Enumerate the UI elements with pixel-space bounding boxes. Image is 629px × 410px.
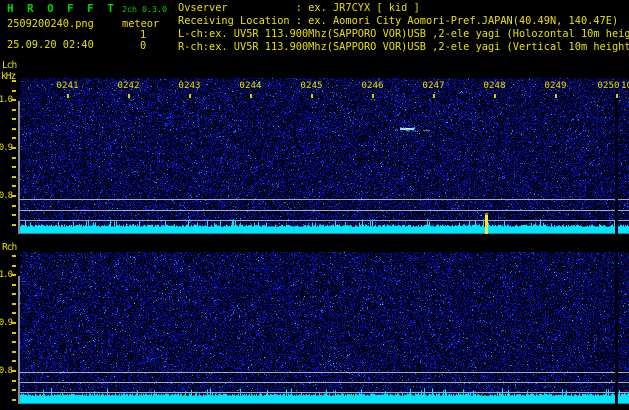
time-label-0250: 0250 xyxy=(597,80,620,91)
rch-major-tick xyxy=(11,274,16,276)
output-filename: 2509200240.png xyxy=(7,18,94,30)
observer-line: Ovserver : ex. JR7CYX [ kid ] xyxy=(178,2,420,14)
time-label-0243: 0243 xyxy=(178,80,201,91)
rch-spectrogram xyxy=(20,252,629,404)
minute-tick-0242 xyxy=(128,94,130,98)
rch-meteor-count: 0 xyxy=(140,40,147,52)
lch-axis-border xyxy=(18,101,20,234)
lch-minor-tick xyxy=(12,185,16,187)
time-label-0246: 0246 xyxy=(361,80,384,91)
location-line: Receiving Location : ex. Aomori City Aom… xyxy=(178,15,619,27)
lch-minor-tick xyxy=(12,175,16,178)
rch-minor-tick xyxy=(12,350,16,353)
lch-minor-tick xyxy=(12,204,16,207)
hrofft-screen: H R O F F T 2ch 0.3.0 2509200240.png met… xyxy=(0,0,629,410)
rch-minor-tick xyxy=(12,264,16,267)
observation-timestamp: 25.09.20 02:40 xyxy=(7,39,94,51)
rch-receiver-line: R-ch:ex. UV5R 113.900Mhz(SAPPORO VOR)USB… xyxy=(178,41,629,53)
lch-minor-tick xyxy=(12,214,16,216)
time-label-edge-fragment: 10 xyxy=(621,80,629,91)
rch-minor-tick xyxy=(12,341,16,343)
lch-receiver-line: L-ch:ex. UV5R 113.900Mhz(SAPPORO VOR)USB… xyxy=(178,28,629,40)
lch-spectrogram xyxy=(20,78,629,234)
rch-minor-tick xyxy=(12,398,16,401)
rch-minor-tick xyxy=(12,331,16,334)
lch-minor-tick xyxy=(12,156,16,159)
lch-minor-tick xyxy=(12,127,16,130)
minute-tick-0243 xyxy=(189,94,191,98)
rch-minor-tick xyxy=(12,389,16,391)
lch-minor-tick xyxy=(12,89,16,92)
minute-tick-0244 xyxy=(250,94,252,98)
rch-minor-tick xyxy=(12,293,16,295)
lch-minor-tick xyxy=(12,118,16,120)
time-label-0247: 0247 xyxy=(422,80,445,91)
time-label-0241: 0241 xyxy=(56,80,79,91)
lch-minor-tick xyxy=(12,80,16,82)
lch-major-tick xyxy=(11,147,16,149)
time-label-0245: 0245 xyxy=(300,80,323,91)
lch-minor-tick xyxy=(12,166,16,168)
minute-tick-0250 xyxy=(616,94,618,98)
rch-minor-tick xyxy=(12,255,16,257)
minute-tick-0248 xyxy=(494,94,496,98)
rch-major-tick xyxy=(11,370,16,372)
time-label-0248: 0248 xyxy=(483,80,506,91)
app-title: H R O F F T xyxy=(7,2,118,15)
rch-minor-tick xyxy=(12,283,16,286)
time-label-0249: 0249 xyxy=(544,80,567,91)
rch-minor-tick xyxy=(12,379,16,382)
rch-minor-tick xyxy=(12,360,16,362)
rch-minor-tick xyxy=(12,312,16,314)
rch-minor-tick xyxy=(12,302,16,305)
lch-minor-tick xyxy=(12,108,16,111)
minute-tick-0247 xyxy=(433,94,435,98)
time-label-0244: 0244 xyxy=(239,80,262,91)
app-version: 2ch 0.3.0 xyxy=(122,4,167,14)
lch-minor-tick xyxy=(12,223,16,226)
rch-axis-border xyxy=(18,276,20,404)
rch-major-tick xyxy=(11,322,16,324)
lch-minor-tick xyxy=(12,137,16,139)
time-label-0242: 0242 xyxy=(117,80,140,91)
lch-major-tick xyxy=(11,195,16,197)
minute-tick-0245 xyxy=(311,94,313,98)
minute-tick-0241 xyxy=(67,94,69,98)
lch-major-tick xyxy=(11,99,16,101)
minute-tick-0246 xyxy=(372,94,374,98)
lch-axis-label: Lch xyxy=(2,60,17,71)
minute-tick-0249 xyxy=(555,94,557,98)
rch-axis-label: Rch xyxy=(2,242,17,253)
